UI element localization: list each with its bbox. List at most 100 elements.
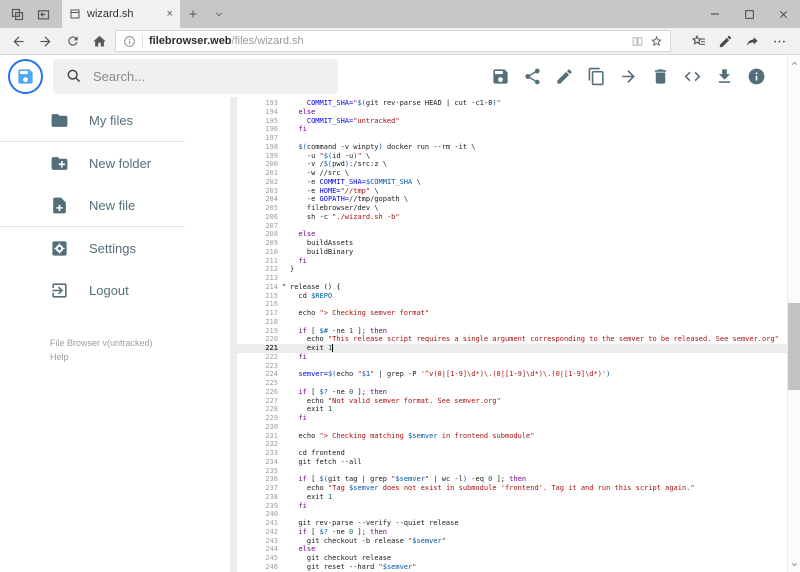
code-line[interactable]: 215 cd $REPO: [237, 292, 787, 301]
scrollbar-thumb[interactable]: [788, 303, 800, 390]
code-line[interactable]: 201 -w //src \: [237, 169, 787, 178]
set-tabs-aside-icon[interactable]: [30, 0, 56, 28]
sidebar-item-logout[interactable]: Logout: [0, 269, 230, 311]
code-line[interactable]: 202 -e COMMIT_SHA=$COMMIT_SHA \: [237, 178, 787, 187]
code-line[interactable]: 194 else: [237, 108, 787, 117]
code-line[interactable]: 217 echo "> Checking semver format": [237, 309, 787, 318]
code-line[interactable]: 224 semver=$(echo "$1" | grep -P '^v(0|[…: [237, 370, 787, 379]
code-area[interactable]: 193 COMMIT_SHA="$(git rev-parse HEAD | c…: [237, 97, 787, 572]
share-page-icon[interactable]: [739, 29, 766, 54]
delete-button[interactable]: [651, 67, 670, 86]
code-line[interactable]: 234 git fetch --all: [237, 458, 787, 467]
web-note-pen-icon[interactable]: [712, 29, 739, 54]
code-line[interactable]: 243 git checkout -b release "$semver": [237, 537, 787, 546]
back-icon[interactable]: [5, 29, 32, 54]
code-line[interactable]: 208 else: [237, 230, 787, 239]
code-line[interactable]: 236 if [ $(git tag | grep "$semver" | wc…: [237, 475, 787, 484]
code-line[interactable]: 223: [237, 362, 787, 371]
forward-icon[interactable]: [32, 29, 59, 54]
code-line[interactable]: 225: [237, 379, 787, 388]
code-line[interactable]: 235: [237, 467, 787, 476]
more-options-icon[interactable]: [766, 29, 793, 54]
code-line[interactable]: 237 echo "Tag $semver does not exist in …: [237, 484, 787, 493]
code-line[interactable]: 195 COMMIT_SHA="untracked": [237, 117, 787, 126]
maximize-button[interactable]: [732, 0, 766, 28]
code-line[interactable]: 198 $(command -v winpty) docker run --rm…: [237, 143, 787, 152]
address-bar[interactable]: filebrowser.web/files/wizard.sh: [115, 30, 671, 52]
favorite-star-icon[interactable]: [650, 35, 663, 48]
code-line[interactable]: 221 exit 1: [237, 344, 787, 353]
code-line[interactable]: 240: [237, 510, 787, 519]
code-line[interactable]: 239 fi: [237, 502, 787, 511]
code-line[interactable]: 211 fi: [237, 257, 787, 266]
code-line[interactable]: 241 git rev-parse --verify --quiet relea…: [237, 519, 787, 528]
help-link[interactable]: Help: [50, 351, 230, 365]
code-line[interactable]: 231 echo "> Checking matching $semver in…: [237, 432, 787, 441]
hub-favorites-icon[interactable]: [685, 29, 712, 54]
code-line[interactable]: 219 if [ $# -ne 1 ]; then: [237, 327, 787, 336]
page-scrollbar[interactable]: [787, 55, 800, 572]
code-line[interactable]: 226 if [ $? -ne 0 ]; then: [237, 388, 787, 397]
code-line[interactable]: 210 buildBinary: [237, 248, 787, 257]
code-line[interactable]: 209 buildAssets: [237, 239, 787, 248]
code-line[interactable]: 245 git checkout release: [237, 554, 787, 563]
code-line[interactable]: 213: [237, 274, 787, 283]
code-line[interactable]: 228 exit 1: [237, 405, 787, 414]
code-line[interactable]: 214 ▾ release () {: [237, 282, 787, 292]
sidebar-item-settings[interactable]: Settings: [0, 227, 230, 269]
code-line[interactable]: 216: [237, 300, 787, 309]
code-line[interactable]: 238 exit 1: [237, 493, 787, 502]
tab-preview-chevron-icon[interactable]: [206, 0, 232, 28]
code-line[interactable]: 233 cd frontend: [237, 449, 787, 458]
scroll-up-icon[interactable]: [788, 57, 800, 69]
save-button[interactable]: [491, 67, 510, 86]
code-view-button[interactable]: [683, 67, 702, 86]
code-line[interactable]: 232: [237, 440, 787, 449]
code-line[interactable]: 229 fi: [237, 414, 787, 423]
code-line[interactable]: 196 fi: [237, 125, 787, 134]
copy-button[interactable]: [587, 67, 606, 86]
scroll-down-icon[interactable]: [788, 558, 800, 570]
tab-close-icon[interactable]: ×: [167, 8, 173, 20]
code-line[interactable]: 207: [237, 222, 787, 231]
code-line[interactable]: 227 echo "Not valid semver format. See s…: [237, 397, 787, 406]
refresh-icon[interactable]: [59, 29, 86, 54]
code-line[interactable]: 220 echo "This release script requires a…: [237, 335, 787, 344]
filebrowser-logo[interactable]: [8, 58, 43, 94]
code-line[interactable]: 197: [237, 134, 787, 143]
code-line[interactable]: 242 if [ $? -ne 0 ]; then: [237, 528, 787, 537]
code-line[interactable]: 230: [237, 423, 787, 432]
move-button[interactable]: [619, 67, 638, 86]
code-line[interactable]: 205 filebrowser/dev \: [237, 204, 787, 213]
sidebar-item-my-files[interactable]: My files: [0, 99, 230, 141]
code-text: fi: [298, 125, 307, 134]
code-line[interactable]: 206 sh -c "./wizard.sh -b": [237, 213, 787, 222]
code-line[interactable]: 204 -e GOPATH=//tmp/gopath \: [237, 195, 787, 204]
new-tab-button[interactable]: [180, 0, 206, 28]
close-button[interactable]: [766, 0, 800, 28]
code-line[interactable]: 199 -u "$(id -u)" \: [237, 152, 787, 161]
code-line[interactable]: 212}: [237, 265, 787, 274]
share-button[interactable]: [523, 67, 542, 86]
search-box[interactable]: [53, 58, 338, 94]
code-line[interactable]: 218: [237, 318, 787, 327]
tabs-set-aside-icon[interactable]: [4, 0, 30, 28]
code-line[interactable]: 203 -e HOME="//tmp" \: [237, 187, 787, 196]
search-input[interactable]: [93, 68, 325, 84]
home-icon[interactable]: [86, 29, 113, 54]
site-info-icon[interactable]: [123, 35, 136, 48]
code-line[interactable]: 246 git reset --hard "$semver": [237, 563, 787, 572]
code-line[interactable]: 222 fi: [237, 353, 787, 362]
code-line[interactable]: 193 COMMIT_SHA="$(git rev-parse HEAD | c…: [237, 99, 787, 108]
minimize-button[interactable]: [698, 0, 732, 28]
fold-marker-icon[interactable]: ▾: [282, 282, 286, 291]
edit-button[interactable]: [555, 67, 574, 86]
reading-view-icon[interactable]: [631, 35, 644, 48]
sidebar-item-new-folder[interactable]: New folder: [0, 142, 230, 184]
sidebar-item-new-file[interactable]: New file: [0, 184, 230, 226]
info-button[interactable]: [747, 67, 766, 86]
download-button[interactable]: [715, 67, 734, 86]
code-line[interactable]: 244 else: [237, 545, 787, 554]
tab-wizard-sh[interactable]: wizard.sh ×: [62, 0, 180, 28]
code-line[interactable]: 200 -v /$(pwd):/src:z \: [237, 160, 787, 169]
